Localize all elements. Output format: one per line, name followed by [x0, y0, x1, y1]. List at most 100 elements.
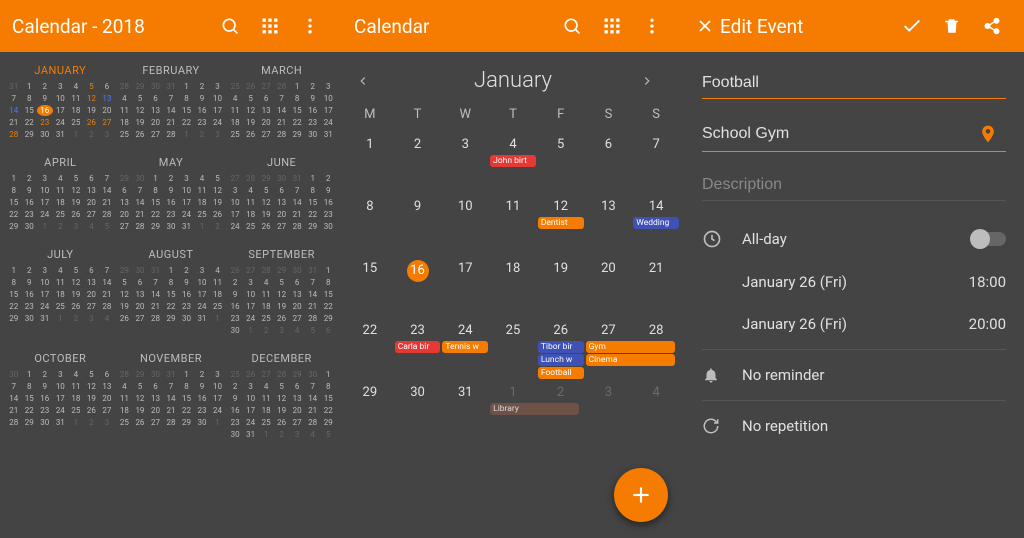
event-chip[interactable]: Dentist	[538, 217, 584, 229]
month-block[interactable]: JULY123456789101112131415161718192021222…	[6, 238, 115, 336]
reminder-row[interactable]: No reminder	[702, 354, 1006, 396]
repetition-row[interactable]: No repetition	[702, 405, 1006, 447]
month-block[interactable]: NOVEMBER28293031123456789101112131415161…	[117, 342, 226, 440]
month-block[interactable]: MAY2930123456789101112131415161718192021…	[117, 146, 226, 232]
day-cell[interactable]: 18	[489, 258, 537, 320]
day-cell[interactable]: 10	[441, 196, 489, 258]
month-block[interactable]: APRIL12345678910111213141516171819202122…	[6, 146, 115, 232]
day-cell[interactable]: 17	[441, 258, 489, 320]
day-cell[interactable]: 23Carla bir	[394, 320, 442, 382]
day-cell[interactable]: 1Library	[489, 382, 537, 444]
day-cell[interactable]: 12Dentist	[537, 196, 585, 258]
event-chip[interactable]: Wedding	[633, 217, 679, 229]
day-cell[interactable]: 9	[394, 196, 442, 258]
month-block[interactable]: OCTOBER301234567891011121314151617181920…	[6, 342, 115, 440]
event-description-input[interactable]	[702, 176, 1006, 194]
month-block[interactable]: SEPTEMBER2627282930311234567891011121314…	[227, 238, 336, 336]
day-cell[interactable]: 16	[394, 258, 442, 320]
day-cell[interactable]: 15	[346, 258, 394, 320]
day-cell[interactable]: 3	[585, 382, 633, 444]
month-block[interactable]: DECEMBER25262728293012345678910111213141…	[227, 342, 336, 440]
event-description-field[interactable]	[702, 168, 1006, 201]
menu-overflow-icon[interactable]	[290, 16, 330, 36]
day-cell[interactable]: 1	[346, 134, 394, 196]
reminder-label: No reminder	[742, 366, 1006, 384]
event-title-input[interactable]	[702, 74, 1006, 92]
grid-view-icon[interactable]	[592, 16, 632, 36]
start-time[interactable]: 18:00	[969, 273, 1006, 291]
search-icon[interactable]	[552, 16, 592, 36]
dow: S	[632, 107, 680, 122]
event-location-field[interactable]	[702, 115, 1006, 152]
month-grid[interactable]: 1234John birt56789101112Dentist1314Weddi…	[342, 134, 684, 444]
day-cell[interactable]: 27GymCinema	[585, 320, 633, 382]
end-datetime-row[interactable]: January 26 (Fri) 20:00	[702, 303, 1006, 345]
month-name: MARCH	[227, 54, 336, 81]
month-block[interactable]: MARCH25262728123456789101112131415161718…	[227, 54, 336, 140]
start-datetime-row[interactable]: January 26 (Fri) 18:00	[702, 261, 1006, 303]
day-cell[interactable]: 30	[394, 382, 442, 444]
month-block[interactable]: JANUARY311234567891011121314151617181920…	[6, 54, 115, 140]
event-chip[interactable]: Football	[538, 367, 584, 379]
day-cell[interactable]: 14Wedding	[632, 196, 680, 258]
event-title-field[interactable]	[702, 66, 1006, 99]
grid-view-icon[interactable]	[250, 16, 290, 36]
day-cell[interactable]: 31	[441, 382, 489, 444]
end-time[interactable]: 20:00	[969, 315, 1006, 333]
end-date[interactable]: January 26 (Fri)	[742, 315, 969, 333]
search-icon[interactable]	[210, 16, 250, 36]
day-cell[interactable]: 21	[632, 258, 680, 320]
day-cell[interactable]: 7	[632, 134, 680, 196]
share-icon[interactable]	[972, 17, 1012, 35]
event-chip[interactable]: Carla bir	[395, 341, 441, 353]
all-day-row: All-day	[702, 217, 1006, 261]
all-day-toggle[interactable]	[972, 232, 1006, 246]
event-chip[interactable]: Tennis w	[442, 341, 488, 353]
day-cell[interactable]: 2	[394, 134, 442, 196]
day-cell[interactable]: 28	[632, 320, 680, 382]
day-cell[interactable]: 24Tennis w	[441, 320, 489, 382]
day-cell[interactable]: 2	[537, 382, 585, 444]
day-cell[interactable]: 5	[537, 134, 585, 196]
delete-icon[interactable]	[932, 17, 972, 35]
day-cell[interactable]: 3	[441, 134, 489, 196]
save-icon[interactable]	[892, 15, 932, 37]
dow: M	[346, 107, 394, 122]
location-pin-icon[interactable]	[978, 123, 1006, 145]
day-cell[interactable]: 13	[585, 196, 633, 258]
event-chip[interactable]: John birt	[490, 155, 536, 167]
day-cell[interactable]: 29	[346, 382, 394, 444]
day-cell[interactable]: 4	[632, 382, 680, 444]
add-event-fab[interactable]	[614, 468, 668, 522]
event-chip[interactable]: Tibor bir	[538, 341, 584, 353]
month-name: OCTOBER	[6, 342, 115, 369]
week-row: 2930311Library234	[342, 382, 684, 444]
next-month-button[interactable]	[640, 71, 670, 91]
clock-icon	[702, 229, 742, 249]
month-title: January	[474, 68, 552, 93]
month-block[interactable]: FEBRUARY28293031123456789101112131415161…	[117, 54, 226, 140]
day-cell[interactable]: 8	[346, 196, 394, 258]
close-icon[interactable]	[690, 16, 720, 36]
divider	[702, 349, 1006, 350]
month-name: FEBRUARY	[117, 54, 226, 81]
day-cell[interactable]: 26Tibor birLunch wFootball	[537, 320, 585, 382]
event-location-input[interactable]	[702, 125, 978, 143]
day-cell[interactable]: 6	[585, 134, 633, 196]
event-chip[interactable]: Lunch w	[538, 354, 584, 366]
day-cell[interactable]: 20	[585, 258, 633, 320]
year-grid[interactable]: JANUARY311234567891011121314151617181920…	[0, 52, 342, 446]
prev-month-button[interactable]	[356, 71, 386, 91]
appbar: Calendar	[342, 0, 684, 52]
day-cell[interactable]: 11	[489, 196, 537, 258]
dow: F	[537, 107, 585, 122]
month-block[interactable]: AUGUST2930311234567891011121314151617181…	[117, 238, 226, 336]
start-date[interactable]: January 26 (Fri)	[742, 273, 969, 291]
menu-overflow-icon[interactable]	[632, 16, 672, 36]
month-block[interactable]: JUNE272829303112345678910111213141516171…	[227, 146, 336, 232]
day-cell[interactable]: 25	[489, 320, 537, 382]
day-cell[interactable]: 19	[537, 258, 585, 320]
day-cell[interactable]: 4John birt	[489, 134, 537, 196]
month-view-screen: Calendar January M T W T F S S 1234John …	[342, 0, 684, 538]
day-cell[interactable]: 22	[346, 320, 394, 382]
